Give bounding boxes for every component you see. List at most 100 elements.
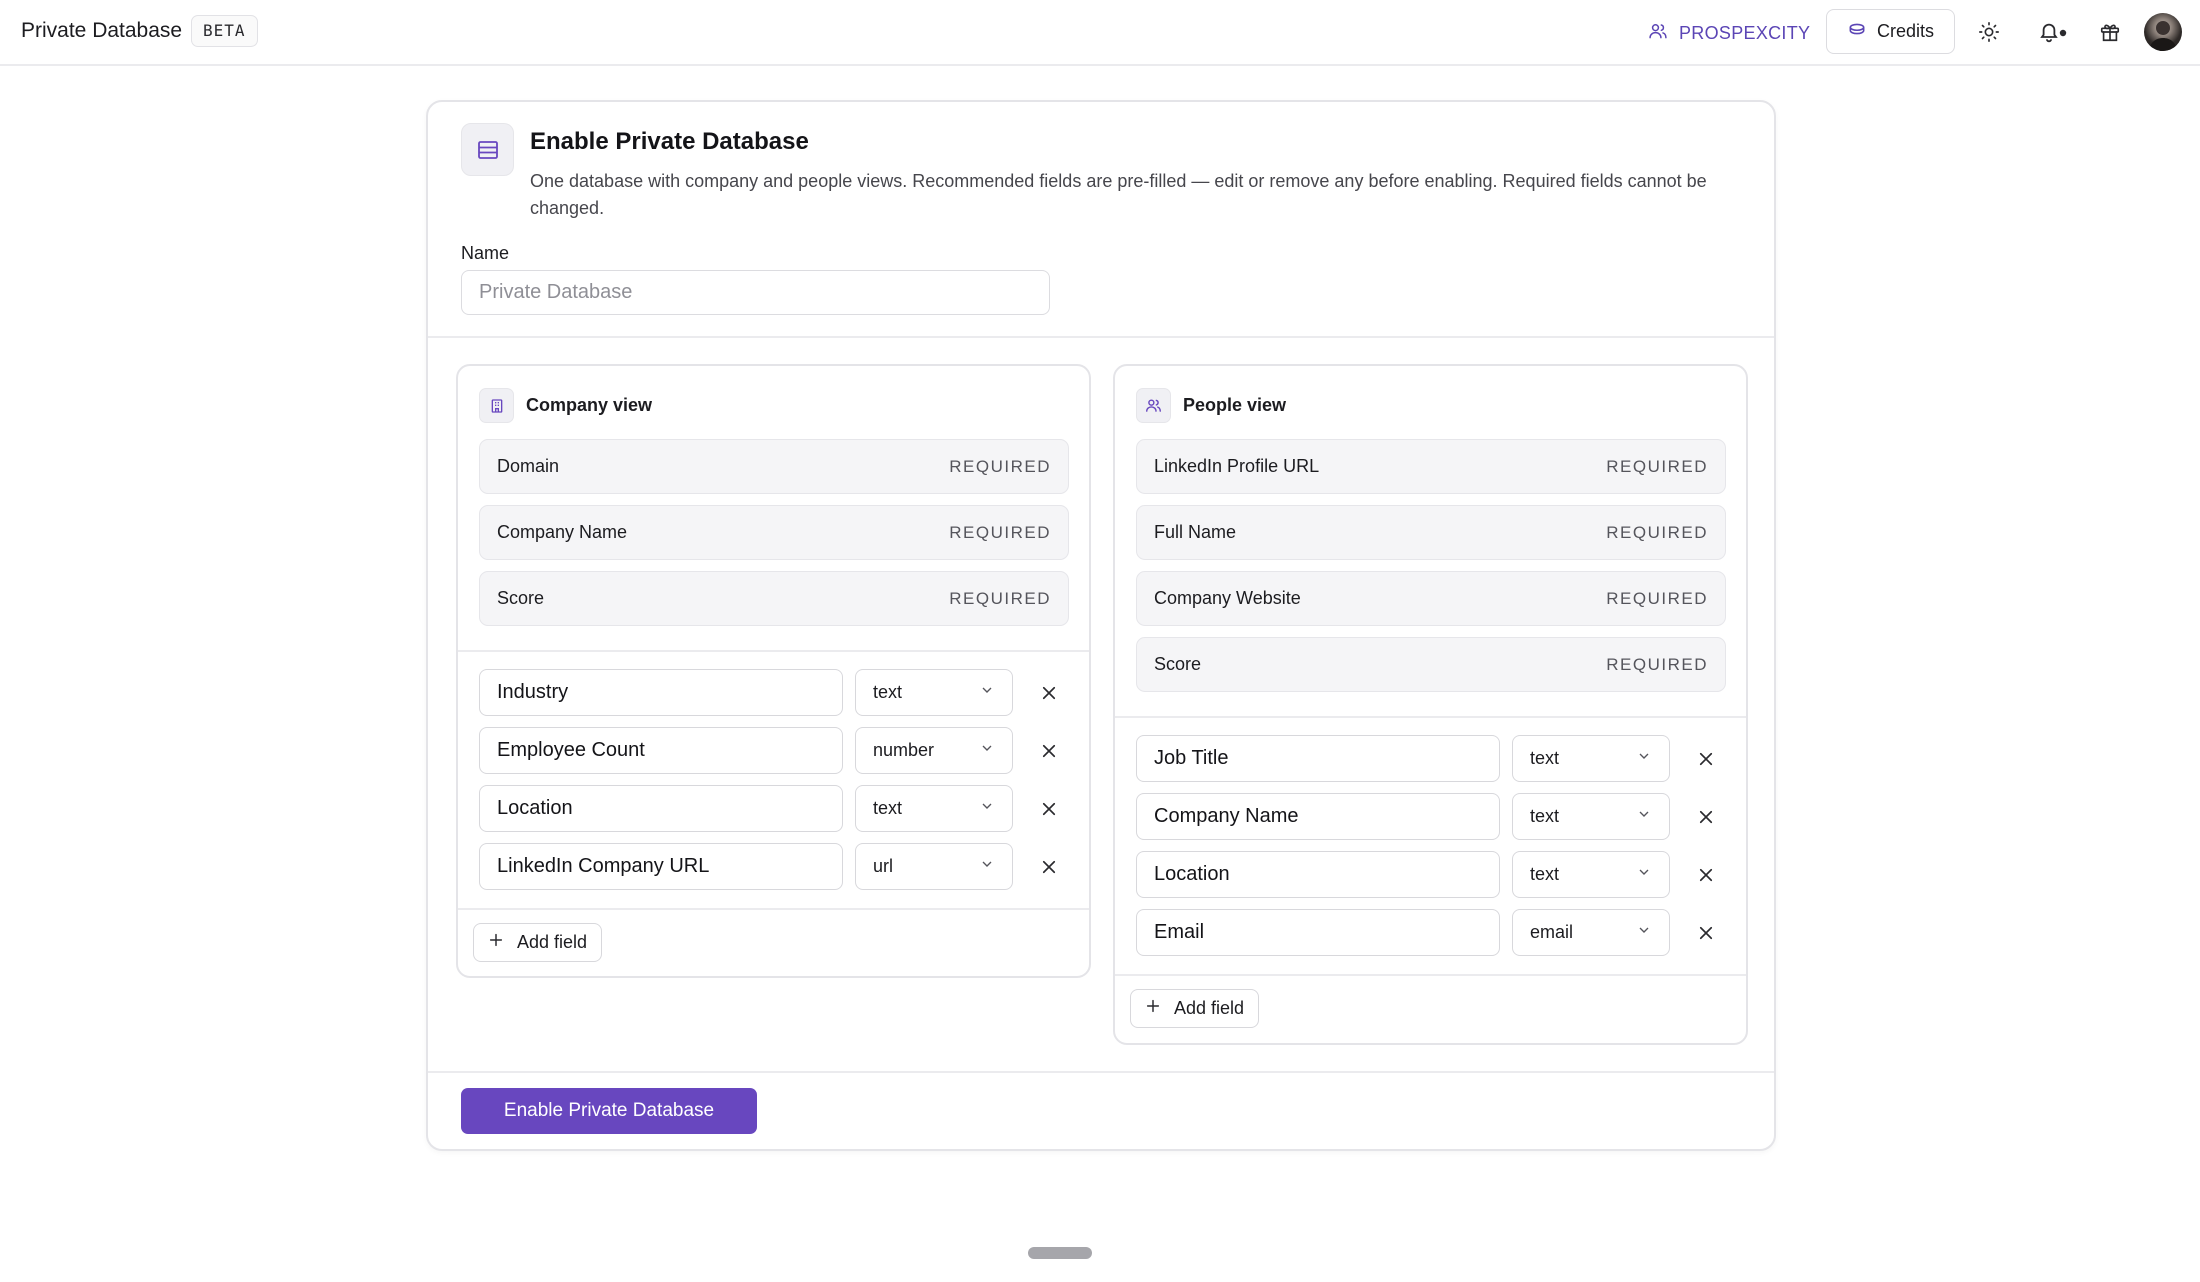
add-field-label: Add field bbox=[1174, 998, 1245, 1018]
close-icon[interactable] bbox=[1035, 737, 1062, 764]
required-field-name: Score bbox=[1154, 654, 1202, 674]
close-icon[interactable] bbox=[1692, 803, 1719, 830]
avatar[interactable] bbox=[2144, 13, 2182, 51]
divider bbox=[1115, 974, 1746, 976]
enable-database-button[interactable]: Enable Private Database bbox=[461, 1088, 757, 1134]
chevron-down-icon bbox=[1636, 922, 1652, 943]
beta-badge: BETA bbox=[191, 15, 258, 47]
field-name-input[interactable] bbox=[479, 727, 843, 774]
required-field-name: Full Name bbox=[1154, 522, 1237, 542]
required-tag: REQUIRED bbox=[949, 522, 1051, 542]
add-company-field-button[interactable]: Add field bbox=[473, 923, 603, 962]
divider bbox=[1115, 716, 1746, 718]
required-field-name: Company Website bbox=[1154, 588, 1301, 608]
required-field-row: Company Website REQUIRED bbox=[1136, 571, 1726, 626]
required-field-row: Score REQUIRED bbox=[1136, 637, 1726, 692]
plus-icon bbox=[488, 932, 504, 953]
close-icon[interactable] bbox=[1692, 919, 1719, 946]
chevron-down-icon bbox=[979, 682, 995, 703]
field-name-input[interactable] bbox=[479, 843, 843, 890]
chevron-down-icon bbox=[1636, 806, 1652, 827]
close-icon[interactable] bbox=[1035, 795, 1062, 822]
field-type-select[interactable]: text bbox=[855, 669, 1013, 716]
divider bbox=[428, 336, 1774, 338]
close-icon[interactable] bbox=[1692, 861, 1719, 888]
field-type-value: text bbox=[1530, 748, 1560, 768]
credits-button[interactable]: Credits bbox=[1826, 9, 1955, 54]
divider bbox=[458, 908, 1089, 910]
required-tag: REQUIRED bbox=[1606, 654, 1708, 674]
name-input[interactable] bbox=[461, 270, 1050, 315]
add-field-label: Add field bbox=[517, 932, 588, 952]
field-type-select[interactable]: number bbox=[855, 727, 1013, 774]
required-field-row: Score REQUIRED bbox=[479, 571, 1069, 626]
close-icon[interactable] bbox=[1692, 745, 1719, 772]
coins-icon bbox=[1847, 19, 1867, 44]
required-tag: REQUIRED bbox=[949, 456, 1051, 476]
field-name-input[interactable] bbox=[1136, 909, 1500, 956]
company-view-title: Company view bbox=[526, 395, 653, 415]
chevron-down-icon bbox=[979, 856, 995, 877]
field-name-input[interactable] bbox=[1136, 851, 1500, 898]
required-field-name: Score bbox=[497, 588, 545, 608]
field-type-select[interactable]: url bbox=[855, 843, 1013, 890]
divider bbox=[428, 1071, 1774, 1073]
people-view-header: People view bbox=[1136, 388, 1286, 423]
chevron-down-icon bbox=[1636, 748, 1652, 769]
people-view-title: People view bbox=[1183, 395, 1287, 415]
field-type-value: text bbox=[1530, 806, 1560, 826]
name-label: Name bbox=[461, 243, 510, 263]
chevron-down-icon bbox=[979, 798, 995, 819]
page-title: Enable Private Database bbox=[530, 128, 809, 155]
field-name-input[interactable] bbox=[1136, 735, 1500, 782]
field-type-value: text bbox=[873, 798, 903, 818]
workspace-name: PROSPEXCITY bbox=[1679, 22, 1811, 43]
credits-label: Credits bbox=[1876, 21, 1934, 41]
add-people-field-button[interactable]: Add field bbox=[1130, 989, 1260, 1028]
field-type-value: url bbox=[873, 856, 894, 876]
bell-icon[interactable] bbox=[2036, 19, 2070, 45]
field-name-input[interactable] bbox=[479, 785, 843, 832]
field-type-select[interactable]: text bbox=[855, 785, 1013, 832]
company-view-panel: Company view Domain REQUIRED Company Nam… bbox=[456, 364, 1091, 978]
field-type-select[interactable]: text bbox=[1512, 735, 1670, 782]
top-bar: Private Database BETA PROSPEXCITY Credit… bbox=[0, 0, 2200, 66]
required-field-row: Company Name REQUIRED bbox=[479, 505, 1069, 560]
field-type-select[interactable]: email bbox=[1512, 909, 1670, 956]
close-icon[interactable] bbox=[1035, 679, 1062, 706]
required-field-row: Full Name REQUIRED bbox=[1136, 505, 1726, 560]
field-name-input[interactable] bbox=[1136, 793, 1500, 840]
field-type-value: number bbox=[873, 740, 935, 760]
sun-icon[interactable] bbox=[1976, 19, 2002, 45]
field-name-input[interactable] bbox=[479, 669, 843, 716]
gift-icon[interactable] bbox=[2097, 19, 2123, 45]
field-type-select[interactable]: text bbox=[1512, 851, 1670, 898]
users-icon bbox=[1136, 388, 1171, 423]
database-icon bbox=[461, 123, 514, 176]
scroll-handle[interactable] bbox=[1028, 1247, 1092, 1259]
chevron-down-icon bbox=[1636, 864, 1652, 885]
field-type-value: text bbox=[1530, 864, 1560, 884]
app-title: Private Database bbox=[21, 19, 183, 42]
people-view-panel: People view LinkedIn Profile URL REQUIRE… bbox=[1113, 364, 1748, 1045]
chevron-down-icon bbox=[979, 740, 995, 761]
plus-icon bbox=[1145, 998, 1161, 1019]
users-icon bbox=[1648, 21, 1668, 46]
required-tag: REQUIRED bbox=[1606, 588, 1708, 608]
required-field-row: LinkedIn Profile URL REQUIRED bbox=[1136, 439, 1726, 494]
required-field-name: LinkedIn Profile URL bbox=[1154, 456, 1320, 476]
building-icon bbox=[479, 388, 514, 423]
close-icon[interactable] bbox=[1035, 853, 1062, 880]
enable-database-card: Enable Private Database One database wit… bbox=[426, 100, 1776, 1151]
company-view-header: Company view bbox=[479, 388, 652, 423]
workspace-link[interactable]: PROSPEXCITY bbox=[1648, 19, 1810, 47]
divider bbox=[458, 650, 1089, 652]
required-tag: REQUIRED bbox=[949, 588, 1051, 608]
field-type-value: text bbox=[873, 682, 903, 702]
required-tag: REQUIRED bbox=[1606, 522, 1708, 542]
field-type-select[interactable]: text bbox=[1512, 793, 1670, 840]
page-description: One database with company and people vie… bbox=[530, 171, 1707, 218]
required-tag: REQUIRED bbox=[1606, 456, 1708, 476]
required-field-name: Domain bbox=[497, 456, 560, 476]
required-field-row: Domain REQUIRED bbox=[479, 439, 1069, 494]
